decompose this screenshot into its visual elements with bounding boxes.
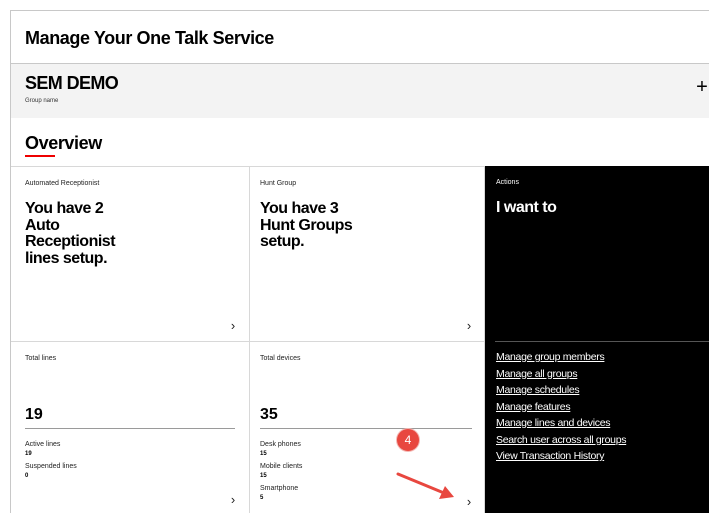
- card-eyebrow: Automated Receptionist: [25, 180, 100, 187]
- manage-schedules-link[interactable]: Manage schedules: [496, 384, 580, 396]
- divider: [495, 341, 709, 342]
- search-user-across-all-groups-link[interactable]: Search user across all groups: [496, 434, 627, 446]
- manage-group-members-link[interactable]: Manage group members: [496, 351, 605, 363]
- card-eyebrow: Hunt Group: [260, 180, 297, 187]
- card-headline-line: You have 2: [25, 200, 104, 217]
- card-eyebrow: Total lines: [25, 355, 57, 362]
- chevron-right-icon[interactable]: ›: [227, 319, 239, 333]
- step-number-badge: 4: [397, 429, 419, 451]
- stat-label: Active lines: [25, 441, 61, 448]
- stat-label: Mobile clients: [260, 463, 303, 470]
- card-headline-line: lines setup.: [25, 249, 108, 267]
- chevron-right-icon[interactable]: ›: [463, 495, 475, 509]
- card-headline-line: setup.: [260, 233, 305, 250]
- stat-value: 15: [260, 473, 267, 479]
- card-headline-line: Receptionist: [25, 233, 116, 250]
- hunt-group-card[interactable]: Hunt Group You have 3 Hunt Groups setup.…: [250, 167, 484, 341]
- stat-value: 19: [25, 451, 32, 457]
- stat-value: 0: [25, 473, 29, 479]
- actions-panel: Actions I want to Manage group members M…: [485, 166, 709, 513]
- actions-headline: I want to: [496, 199, 557, 216]
- manage-all-groups-link[interactable]: Manage all groups: [496, 368, 578, 380]
- group-header[interactable]: SEM DEMO Group name +: [11, 63, 709, 118]
- chevron-right-icon[interactable]: ›: [227, 493, 239, 507]
- card-headline-line: Auto: [25, 216, 60, 234]
- total-lines-count: 19: [25, 406, 43, 423]
- card-headline-line: Hunt Groups: [260, 216, 353, 234]
- card-eyebrow: Total devices: [260, 355, 301, 362]
- stat-value: 15: [260, 451, 267, 457]
- card-headline-line: You have 3: [260, 200, 339, 217]
- page-title: Manage Your One Talk Service: [25, 28, 274, 48]
- group-name: SEM DEMO: [25, 73, 119, 93]
- actions-eyebrow: Actions: [496, 179, 519, 186]
- overview-underline: [25, 155, 55, 157]
- stat-value: 5: [260, 495, 264, 501]
- divider: [25, 428, 235, 429]
- view-transaction-history-link[interactable]: View Transaction History: [496, 450, 604, 462]
- stat-label: Smartphone: [260, 485, 299, 492]
- plus-icon[interactable]: +: [694, 77, 709, 97]
- manage-features-link[interactable]: Manage features: [496, 401, 571, 413]
- group-name-caption: Group name: [25, 98, 59, 104]
- auto-receptionist-card[interactable]: Automated Receptionist You have 2 Auto R…: [11, 167, 249, 341]
- overview-heading: Overview: [25, 133, 102, 153]
- one-talk-panel: Manage Your One Talk Service SEM DEMO Gr…: [10, 10, 709, 513]
- divider: [260, 428, 472, 429]
- stat-label: Suspended lines: [25, 463, 77, 470]
- manage-lines-and-devices-link[interactable]: Manage lines and devices: [496, 417, 611, 429]
- annotation-arrow-icon: [396, 472, 454, 499]
- total-devices-count: 35: [260, 406, 278, 423]
- chevron-right-icon[interactable]: ›: [463, 319, 475, 333]
- total-lines-card[interactable]: Total lines 19 Active lines 19 Suspended…: [11, 342, 249, 513]
- stat-label: Desk phones: [260, 441, 301, 448]
